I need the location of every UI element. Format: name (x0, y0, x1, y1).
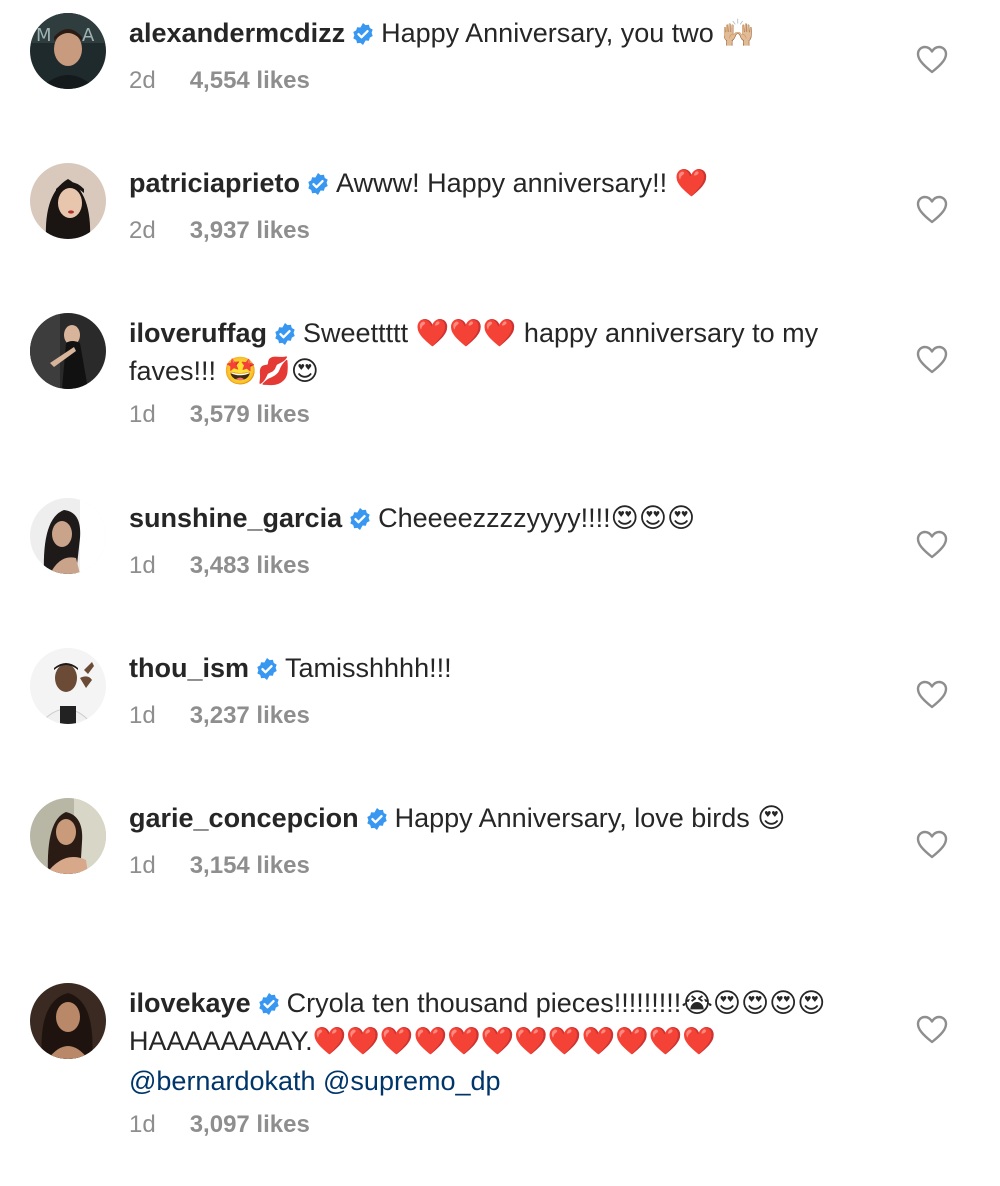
verified-badge-icon (257, 990, 281, 1024)
comment-likes[interactable]: 4,554 likes (190, 67, 310, 94)
avatar-image (30, 648, 106, 724)
avatar[interactable]: M A (30, 13, 106, 89)
comment-body: ilovekaye Cryola ten thousand pieces!!!!!… (129, 986, 849, 1140)
verified-badge-icon (365, 805, 389, 839)
avatar-image (30, 798, 106, 874)
comment-item: sunshine_garcia Cheeeezzzzyyyy!!!!😍😍😍 1d 3… (0, 485, 1000, 635)
comment-body: patriciaprieto Awww! Happy anniversary!! … (129, 166, 849, 246)
verified-badge-icon (255, 655, 279, 689)
comment-meta: 1d 3,154 likes (129, 851, 849, 881)
like-heart-icon[interactable] (916, 345, 948, 375)
comment-username[interactable]: sunshine_garcia (129, 503, 342, 533)
verified-badge-icon (351, 20, 375, 54)
comment-item: thou_ism Tamisshhhh!!! 1d 3,237 likes (0, 635, 1000, 785)
comment-username[interactable]: ilovekaye (129, 988, 251, 1018)
avatar-image (30, 498, 106, 574)
avatar[interactable] (30, 498, 106, 574)
comment-item: M A alexandermcdizz Happy Anniversary, yo… (0, 0, 1000, 150)
comment-username[interactable]: patriciaprieto (129, 168, 300, 198)
svg-text:A: A (82, 25, 95, 46)
comment-likes[interactable]: 3,237 likes (190, 702, 310, 729)
comment-meta: 2d 3,937 likes (129, 216, 849, 246)
comment-body: sunshine_garcia Cheeeezzzzyyyy!!!!😍😍😍 1d 3… (129, 501, 849, 581)
avatar[interactable] (30, 798, 106, 874)
comment-body: iloveruffag Sweettttt ❤️❤️❤️ happy annive… (129, 316, 849, 430)
comment-item: garie_concepcion Happy Anniversary, love … (0, 785, 1000, 970)
comment-meta: 1d 3,579 likes (129, 400, 849, 430)
comment-time[interactable]: 1d (129, 400, 156, 430)
comment-meta: 1d 3,237 likes (129, 701, 849, 731)
comment-username[interactable]: thou_ism (129, 653, 249, 683)
comment-time[interactable]: 2d (129, 216, 156, 246)
comment-item: iloveruffag Sweettttt ❤️❤️❤️ happy annive… (0, 300, 1000, 485)
comment-time[interactable]: 1d (129, 1110, 156, 1140)
verified-badge-icon (348, 505, 372, 539)
like-heart-icon[interactable] (916, 830, 948, 860)
comment-text: Cheeeezzzzyyyy!!!!😍😍😍 (378, 503, 696, 533)
like-heart-icon[interactable] (916, 680, 948, 710)
like-heart-icon[interactable] (916, 195, 948, 225)
comment-meta: 2d 4,554 likes (129, 66, 849, 96)
comment-username[interactable]: alexandermcdizz (129, 18, 345, 48)
comment-username[interactable]: garie_concepcion (129, 803, 359, 833)
comment-mentions[interactable]: @bernardokath @supremo_dp (129, 1064, 849, 1098)
comment-likes[interactable]: 3,937 likes (190, 217, 310, 244)
comment-item: ilovekaye Cryola ten thousand pieces!!!!!… (0, 970, 1000, 1186)
avatar[interactable] (30, 983, 106, 1059)
comment-meta: 1d 3,097 likes (129, 1110, 849, 1140)
comment-meta: 1d 3,483 likes (129, 551, 849, 581)
avatar-image: M A (30, 13, 106, 89)
verified-badge-icon (273, 320, 297, 354)
comment-text: Awww! Happy anniversary!! ❤️ (336, 168, 709, 198)
like-heart-icon[interactable] (916, 530, 948, 560)
comment-likes[interactable]: 3,483 likes (190, 552, 310, 579)
comment-likes[interactable]: 3,579 likes (190, 401, 310, 428)
avatar[interactable] (30, 648, 106, 724)
comment-time[interactable]: 1d (129, 701, 156, 731)
avatar-image (30, 983, 106, 1059)
comment-username[interactable]: iloveruffag (129, 318, 267, 348)
like-heart-icon[interactable] (916, 45, 948, 75)
comment-likes[interactable]: 3,154 likes (190, 852, 310, 879)
svg-text:M: M (36, 25, 52, 46)
comment-text: Tamisshhhh!!! (285, 653, 452, 683)
like-heart-icon[interactable] (916, 1015, 948, 1045)
avatar-image (30, 313, 106, 389)
comment-time[interactable]: 2d (129, 66, 156, 96)
avatar[interactable] (30, 313, 106, 389)
comment-likes[interactable]: 3,097 likes (190, 1111, 310, 1138)
comment-body: alexandermcdizz Happy Anniversary, you tw… (129, 16, 849, 96)
comment-time[interactable]: 1d (129, 551, 156, 581)
comment-text: Happy Anniversary, love birds 😍 (394, 803, 786, 833)
comment-item: patriciaprieto Awww! Happy anniversary!! … (0, 150, 1000, 300)
comment-body: thou_ism Tamisshhhh!!! 1d 3,237 likes (129, 651, 849, 731)
verified-badge-icon (306, 170, 330, 204)
avatar-image (30, 163, 106, 239)
comment-text: Happy Anniversary, you two 🙌🏼 (381, 18, 755, 48)
comment-body: garie_concepcion Happy Anniversary, love … (129, 801, 849, 881)
avatar[interactable] (30, 163, 106, 239)
comment-time[interactable]: 1d (129, 851, 156, 881)
